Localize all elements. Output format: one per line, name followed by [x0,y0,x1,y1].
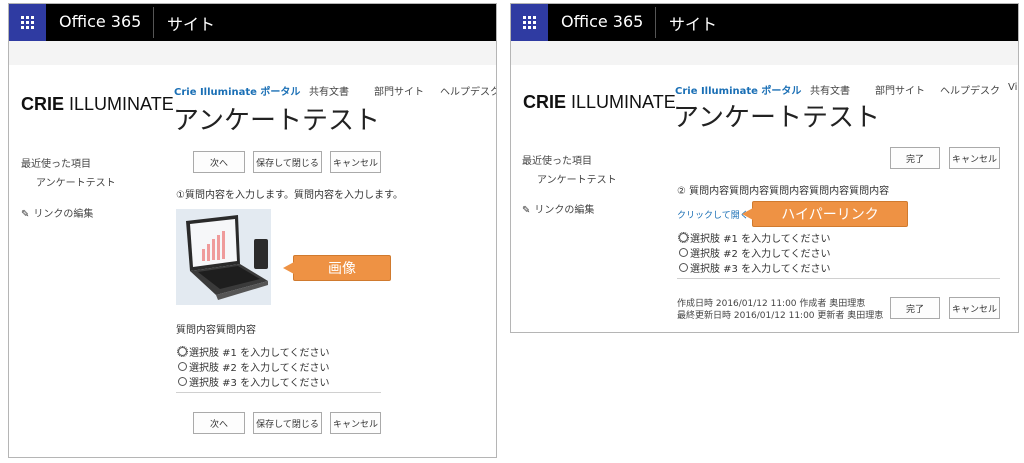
survey-page-panel-1: Office 365 サイト CRIE ILLUMINATE Crie Illu… [8,3,497,458]
divider-line [176,392,381,393]
radio-option-1[interactable] [678,232,689,243]
site-label: サイト [167,15,216,34]
question-1-text: ①質問内容を入力します。質問内容を入力します。 [176,190,403,201]
save-close-button-top[interactable]: 保存して閉じる [253,151,322,173]
app-launcher-button[interactable] [9,4,46,41]
site-logo[interactable]: CRIE ILLUMINATE [523,92,676,113]
app-launcher-button[interactable] [511,4,548,41]
image-callout: 画像 [283,255,391,281]
hyperlink-callout: ハイパーリンク [742,201,908,227]
edit-links-link[interactable]: ✎ リンクの編集 [21,205,93,220]
divider-line [677,278,1000,279]
logo-rest: ILLUMINATE [64,94,174,114]
logo-rest: ILLUMINATE [566,92,676,112]
nav-helpdesk[interactable]: ヘルプデスク [940,82,1000,97]
site-logo[interactable]: CRIE ILLUMINATE [21,94,174,115]
option-3-label: 選択肢 #3 を入力してください [189,378,330,389]
nav-more-truncated[interactable]: Vi [1008,82,1017,93]
nav-helpdesk[interactable]: ヘルプデスク [440,83,496,98]
done-button-top[interactable]: 完了 [890,147,940,169]
done-button-bottom[interactable]: 完了 [890,297,940,319]
ribbon-bar [511,41,1018,65]
logo-bold: CRIE [21,94,65,114]
radio-option-2[interactable] [679,248,688,257]
open-hyperlink[interactable]: クリックして開く [677,208,749,221]
radio-option-1[interactable] [177,346,188,357]
pencil-icon: ✎ [522,205,531,216]
pencil-icon: ✎ [21,209,30,220]
nav-recent-heading[interactable]: 最近使った項目 [21,155,91,170]
edit-links-link[interactable]: ✎ リンクの編集 [522,201,594,216]
page-title: アンケートテスト [173,106,380,136]
option-3[interactable]: 選択肢 #3 を入力してください [178,374,330,389]
cancel-button-top[interactable]: キャンセル [330,151,381,173]
waffle-icon [21,16,34,29]
suite-divider [153,7,154,38]
radio-option-2[interactable] [178,362,187,371]
suite-bar: Office 365 サイト [9,4,496,41]
nav-dept-site[interactable]: 部門サイト [374,83,424,98]
question-2-text: ② 質問内容質問内容質問内容質問内容質問内容 [677,186,890,197]
nav-dept-site[interactable]: 部門サイト [875,82,925,97]
radio-option-3[interactable] [679,263,688,272]
suite-divider [655,7,656,38]
radio-option-3[interactable] [178,377,187,386]
cancel-button-top[interactable]: キャンセル [949,147,1000,169]
nav-recent-survey[interactable]: アンケートテスト [36,174,116,189]
edit-links-label: リンクの編集 [534,205,595,216]
cancel-button-bottom[interactable]: キャンセル [330,412,381,434]
ribbon-bar [9,41,496,65]
survey-page-panel-2: Office 365 サイト CRIE ILLUMINATE Crie Illu… [510,3,1019,333]
next-button-top[interactable]: 次へ [193,151,245,173]
save-close-button-bottom[interactable]: 保存して閉じる [253,412,322,434]
nav-shared-docs[interactable]: 共有文書 [810,82,850,97]
cancel-button-bottom[interactable]: キャンセル [949,297,1000,319]
option-3[interactable]: 選択肢 #3 を入力してください [679,260,831,275]
nav-portal[interactable]: Crie Illuminate ポータル [174,83,300,98]
nav-recent-survey[interactable]: アンケートテスト [537,171,617,186]
nav-portal[interactable]: Crie Illuminate ポータル [675,82,801,97]
edit-links-label: リンクの編集 [33,209,94,220]
option-3-label: 選択肢 #3 を入力してください [690,264,831,275]
option-1-label: 選択肢 #1 を入力してください [690,234,831,245]
option-2-label: 選択肢 #2 を入力してください [189,363,330,374]
page-title: アンケートテスト [673,103,880,133]
modified-info: 最終更新日時 2016/01/12 11:00 更新者 奥田理恵 [677,311,884,321]
nav-recent-heading[interactable]: 最近使った項目 [522,152,592,167]
option-2-label: 選択肢 #2 を入力してください [690,249,831,260]
office365-link[interactable]: Office 365 [59,12,141,31]
site-label: サイト [669,15,718,34]
suite-bar: Office 365 サイト [511,4,1018,41]
nav-shared-docs[interactable]: 共有文書 [309,83,349,98]
next-button-bottom[interactable]: 次へ [193,412,245,434]
waffle-icon [523,16,536,29]
logo-bold: CRIE [523,92,567,112]
office365-link[interactable]: Office 365 [561,12,643,31]
option-2[interactable]: 選択肢 #2 を入力してください [178,359,330,374]
option-2[interactable]: 選択肢 #2 を入力してください [679,245,831,260]
option-1[interactable]: 選択肢 #1 を入力してください [177,344,330,359]
option-1[interactable]: 選択肢 #1 を入力してください [678,230,831,245]
laptop-image [176,209,271,305]
question-sub-text: 質問内容質問内容 [176,325,256,336]
option-1-label: 選択肢 #1 を入力してください [189,348,330,359]
